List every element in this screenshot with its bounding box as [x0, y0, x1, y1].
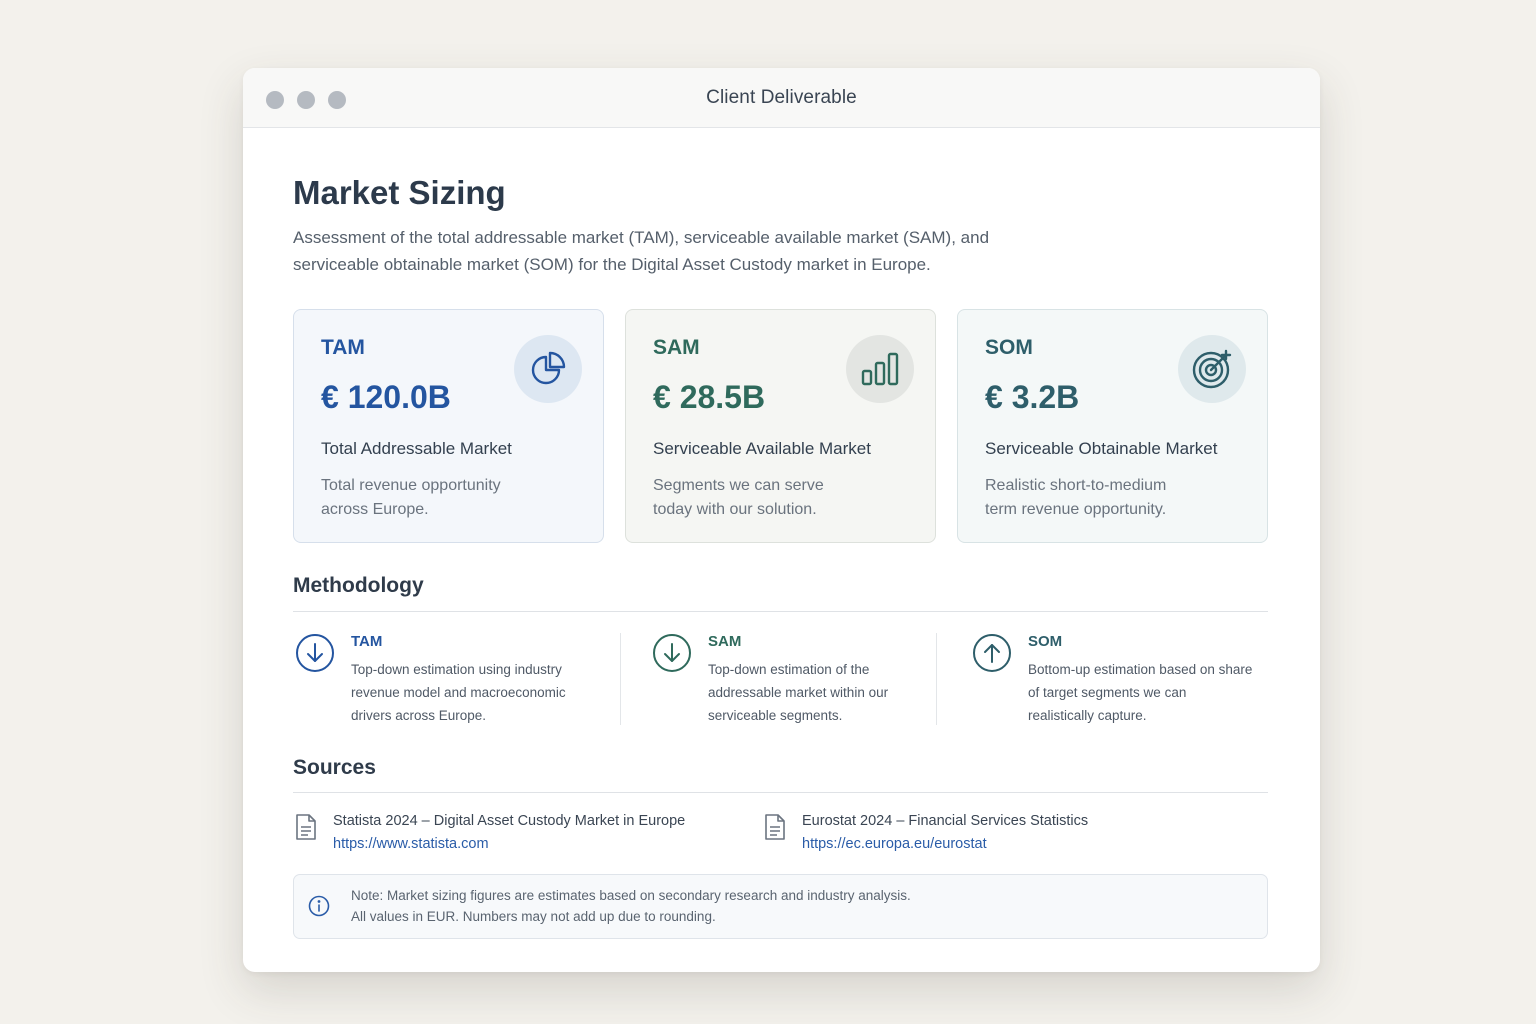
methodology-list: TAM Top-down estimation using industry r…	[293, 633, 1268, 725]
source-link[interactable]: https://www.statista.com	[333, 836, 489, 852]
card-description: Total revenue opportunity across Europe.	[321, 477, 501, 518]
document-icon	[296, 814, 316, 840]
methodology-title: Methodology	[293, 574, 424, 597]
methodology-text: Top-down estimation using industry reven…	[351, 662, 566, 723]
source-item: Eurostat 2024 – Financial Services Stati…	[762, 813, 1202, 863]
methodology-item-sam: SAM Top-down estimation of the addressab…	[652, 633, 932, 725]
target-icon	[1178, 335, 1246, 403]
card-name: Total Addressable Market	[321, 439, 512, 458]
methodology-label: SAM	[708, 633, 742, 650]
methodology-item-som: SOM Bottom-up estimation based on share …	[972, 633, 1262, 725]
info-icon	[308, 895, 330, 917]
card-name: Serviceable Obtainable Market	[985, 439, 1218, 458]
title-bar: Client Deliverable	[243, 68, 1320, 128]
methodology-text: Top-down estimation of the addressable m…	[708, 662, 889, 723]
sources-title: Sources	[293, 756, 376, 779]
market-cards: TAM € 120.0B Total Addressable Market To…	[293, 309, 1268, 543]
methodology-label: SOM	[1028, 633, 1063, 650]
app-window: Client Deliverable Market Sizing Assessm…	[243, 68, 1320, 972]
arrow-up-circle-icon	[973, 634, 1011, 672]
sources-list: Statista 2024 – Digital Asset Custody Ma…	[293, 813, 1268, 863]
maximize-window-button[interactable]	[328, 91, 346, 109]
document-icon	[765, 814, 785, 840]
minimize-window-button[interactable]	[297, 91, 315, 109]
source-link[interactable]: https://ec.europa.eu/eurostat	[802, 836, 987, 852]
note-line: All values in EUR. Numbers may not add u…	[351, 909, 716, 924]
som-card: SOM € 3.2B Serviceable Obtainable Market…	[957, 309, 1268, 543]
source-title: Eurostat 2024 – Financial Services Stati…	[802, 813, 1089, 829]
sources-divider	[293, 792, 1268, 793]
arrow-down-circle-icon	[296, 634, 334, 672]
note-box: Note: Market sizing figures are estimate…	[293, 874, 1268, 939]
card-description: Segments we can serve today with our sol…	[653, 477, 824, 518]
methodology-label: TAM	[351, 633, 383, 650]
methodology-separator	[936, 633, 937, 725]
window-title: Client Deliverable	[706, 86, 857, 108]
source-title: Statista 2024 – Digital Asset Custody Ma…	[333, 813, 686, 829]
tam-card: TAM € 120.0B Total Addressable Market To…	[293, 309, 604, 543]
card-name: Serviceable Available Market	[653, 439, 871, 458]
close-window-button[interactable]	[266, 91, 284, 109]
pie-chart-icon	[514, 335, 582, 403]
page-subtitle: Assessment of the total addressable mark…	[293, 228, 990, 274]
sam-card: SAM € 28.5B Serviceable Available Market…	[625, 309, 936, 543]
methodology-divider	[293, 611, 1268, 612]
bar-chart-icon	[846, 335, 914, 403]
note-line: Note: Market sizing figures are estimate…	[351, 888, 911, 903]
arrow-down-circle-icon	[653, 634, 691, 672]
methodology-item-tam: TAM Top-down estimation using industry r…	[295, 633, 595, 725]
card-description: Realistic short-to-medium term revenue o…	[985, 477, 1167, 518]
source-item: Statista 2024 – Digital Asset Custody Ma…	[293, 813, 733, 863]
page-title: Market Sizing	[293, 174, 506, 211]
methodology-separator	[620, 633, 621, 725]
window-controls	[266, 91, 346, 109]
methodology-text: Bottom-up estimation based on share of t…	[1028, 662, 1253, 723]
